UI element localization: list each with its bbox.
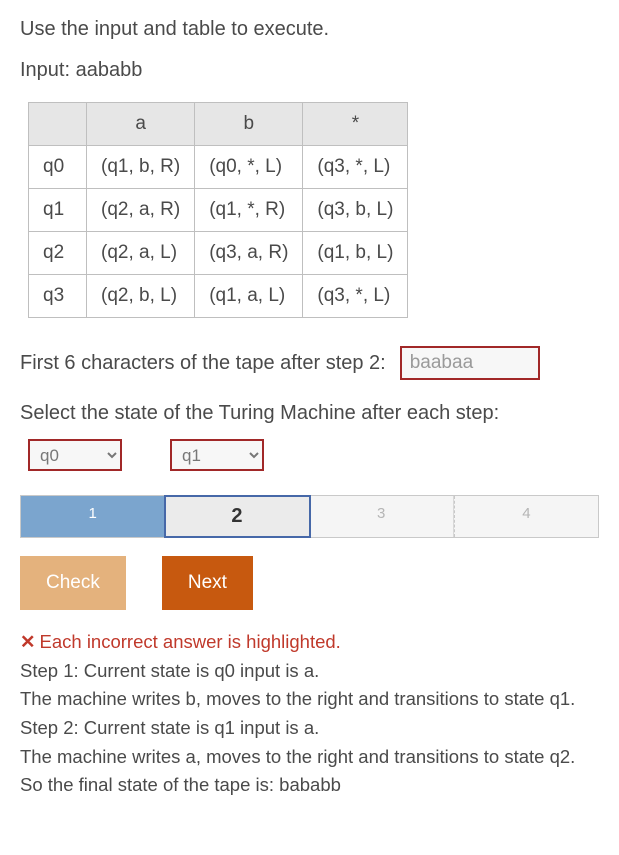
transition-cell: (q3, a, R) [195,232,303,275]
instruction-text: Use the input and table to execute. [20,18,599,41]
transition-cell: (q2, a, L) [87,232,195,275]
feedback-block: ✕Each incorrect answer is highlighted. S… [20,628,599,800]
transition-table: a b * q0(q1, b, R)(q0, *, L)(q3, *, L)q1… [28,102,408,318]
table-row: q1(q2, a, R)(q1, *, R)(q3, b, L) [29,189,408,232]
th-blank [29,103,87,146]
transition-cell: (q1, a, L) [195,275,303,318]
step-indicator: 1234 [20,495,599,538]
step-1[interactable]: 1 [21,496,165,537]
transition-cell: (q3, *, L) [303,146,408,189]
state-cell: q3 [29,275,87,318]
table-row: q2(q2, a, L)(q3, a, R)(q1, b, L) [29,232,408,275]
transition-cell: (q1, *, R) [195,189,303,232]
transition-cell: (q0, *, L) [195,146,303,189]
feedback-line: So the final state of the tape is: babab… [20,771,599,800]
th-star: * [303,103,408,146]
step-2[interactable]: 2 [165,496,309,537]
state-prompt: Select the state of the Turing Machine a… [20,402,599,425]
transition-cell: (q2, a, R) [87,189,195,232]
input-line: Input: aababb [20,59,599,82]
feedback-line: The machine writes b, moves to the right… [20,685,599,714]
th-a: a [87,103,195,146]
state-cell: q2 [29,232,87,275]
transition-cell: (q2, b, L) [87,275,195,318]
feedback-line: Step 2: Current state is q1 input is a. [20,714,599,743]
transition-cell: (q3, *, L) [303,275,408,318]
feedback-highlight: Each incorrect answer is highlighted. [40,631,341,652]
step-4[interactable]: 4 [454,496,598,537]
feedback-line: Step 1: Current state is q0 input is a. [20,657,599,686]
x-icon: ✕ [20,631,36,652]
state-cell: q0 [29,146,87,189]
state-cell: q1 [29,189,87,232]
input-value: aababb [76,59,143,81]
tape-prompt: First 6 characters of the tape after ste… [20,352,386,375]
transition-cell: (q1, b, R) [87,146,195,189]
state-select-1[interactable]: q0q1q2q3 [28,439,122,471]
tape-input[interactable] [400,346,540,380]
transition-cell: (q1, b, L) [303,232,408,275]
th-b: b [195,103,303,146]
table-row: q3(q2, b, L)(q1, a, L)(q3, *, L) [29,275,408,318]
step-3[interactable]: 3 [310,496,454,537]
state-select-2[interactable]: q0q1q2q3 [170,439,264,471]
check-button[interactable]: Check [20,556,126,610]
input-label: Input: [20,59,70,81]
feedback-line: The machine writes a, moves to the right… [20,743,599,772]
next-button[interactable]: Next [162,556,253,610]
transition-cell: (q3, b, L) [303,189,408,232]
table-row: q0(q1, b, R)(q0, *, L)(q3, *, L) [29,146,408,189]
